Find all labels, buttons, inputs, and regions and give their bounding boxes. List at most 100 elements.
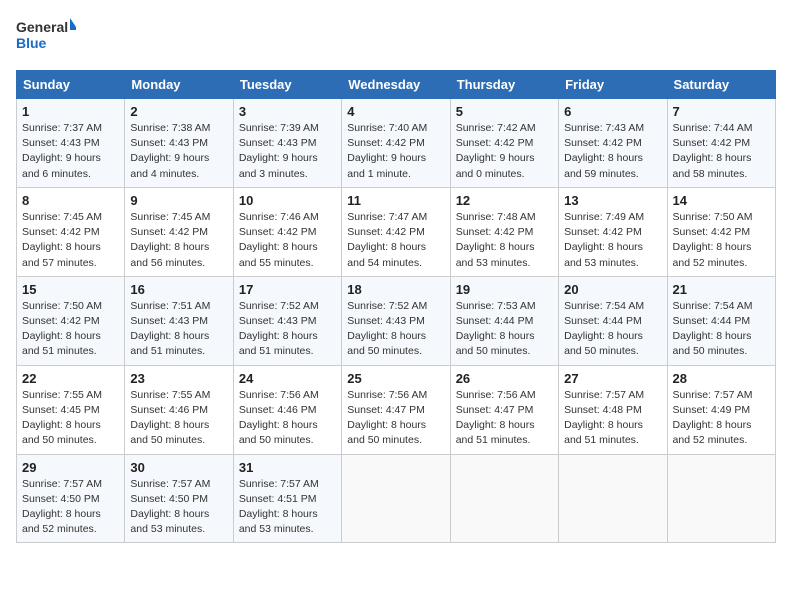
day-number: 30 bbox=[130, 460, 227, 475]
calendar-cell: 15Sunrise: 7:50 AM Sunset: 4:42 PM Dayli… bbox=[17, 276, 125, 365]
day-detail: Sunrise: 7:43 AM Sunset: 4:42 PM Dayligh… bbox=[564, 121, 661, 182]
day-number: 9 bbox=[130, 193, 227, 208]
calendar-cell: 28 Sunrise: 7:57 AM Sunset: 4:49 PM Dayli… bbox=[667, 365, 775, 454]
calendar-week-row: 1 Sunrise: 7:37 AM Sunset: 4:43 PM Daylig… bbox=[17, 99, 776, 188]
day-number: 11 bbox=[347, 193, 444, 208]
day-number: 4 bbox=[347, 104, 444, 119]
day-number: 18 bbox=[347, 282, 444, 297]
day-detail: Sunrise: 7:57 AM Sunset: 4:50 PM Dayligh… bbox=[130, 477, 227, 538]
calendar-cell: 31 Sunrise: 7:57 AM Sunset: 4:51 PM Dayli… bbox=[233, 454, 341, 543]
calendar-week-row: 8 Sunrise: 7:45 AM Sunset: 4:42 PM Daylig… bbox=[17, 187, 776, 276]
calendar-cell: 8 Sunrise: 7:45 AM Sunset: 4:42 PM Daylig… bbox=[17, 187, 125, 276]
calendar-cell: 3 Sunrise: 7:39 AM Sunset: 4:43 PM Daylig… bbox=[233, 99, 341, 188]
day-detail: Sunrise: 7:45 AM Sunset: 4:42 PM Dayligh… bbox=[130, 210, 227, 271]
calendar-cell: 14 Sunrise: 7:50 AM Sunset: 4:42 PM Dayli… bbox=[667, 187, 775, 276]
day-detail: Sunrise: 7:52 AM Sunset: 4:43 PM Dayligh… bbox=[347, 299, 444, 360]
day-number: 28 bbox=[673, 371, 770, 386]
day-detail: Sunrise: 7:38 AM Sunset: 4:43 PM Dayligh… bbox=[130, 121, 227, 182]
calendar-cell bbox=[559, 454, 667, 543]
calendar-cell: 24Sunrise: 7:56 AM Sunset: 4:46 PM Dayli… bbox=[233, 365, 341, 454]
day-detail: Sunrise: 7:54 AM Sunset: 4:44 PM Dayligh… bbox=[564, 299, 661, 360]
day-number: 31 bbox=[239, 460, 336, 475]
weekday-header-sunday: Sunday bbox=[17, 71, 125, 99]
weekday-header-thursday: Thursday bbox=[450, 71, 558, 99]
day-number: 5 bbox=[456, 104, 553, 119]
day-detail: Sunrise: 7:52 AM Sunset: 4:43 PM Dayligh… bbox=[239, 299, 336, 360]
day-number: 8 bbox=[22, 193, 119, 208]
weekday-header-monday: Monday bbox=[125, 71, 233, 99]
calendar-cell: 29 Sunrise: 7:57 AM Sunset: 4:50 PM Dayli… bbox=[17, 454, 125, 543]
header: General Blue bbox=[16, 16, 776, 58]
day-number: 25 bbox=[347, 371, 444, 386]
calendar-cell bbox=[342, 454, 450, 543]
day-number: 29 bbox=[22, 460, 119, 475]
day-number: 10 bbox=[239, 193, 336, 208]
weekday-header-tuesday: Tuesday bbox=[233, 71, 341, 99]
calendar-cell: 23Sunrise: 7:55 AM Sunset: 4:46 PM Dayli… bbox=[125, 365, 233, 454]
svg-text:General: General bbox=[16, 19, 68, 35]
calendar-cell: 1 Sunrise: 7:37 AM Sunset: 4:43 PM Daylig… bbox=[17, 99, 125, 188]
calendar-cell: 20Sunrise: 7:54 AM Sunset: 4:44 PM Dayli… bbox=[559, 276, 667, 365]
calendar-cell: 19 Sunrise: 7:53 AM Sunset: 4:44 PM Dayli… bbox=[450, 276, 558, 365]
calendar-cell: 11 Sunrise: 7:47 AM Sunset: 4:42 PM Dayli… bbox=[342, 187, 450, 276]
calendar-table: SundayMondayTuesdayWednesdayThursdayFrid… bbox=[16, 70, 776, 543]
day-detail: Sunrise: 7:46 AM Sunset: 4:42 PM Dayligh… bbox=[239, 210, 336, 271]
day-number: 3 bbox=[239, 104, 336, 119]
calendar-cell bbox=[450, 454, 558, 543]
day-detail: Sunrise: 7:50 AM Sunset: 4:42 PM Dayligh… bbox=[22, 299, 119, 360]
day-detail: Sunrise: 7:57 AM Sunset: 4:48 PM Dayligh… bbox=[564, 388, 661, 449]
day-number: 2 bbox=[130, 104, 227, 119]
calendar-cell: 16 Sunrise: 7:51 AM Sunset: 4:43 PM Dayli… bbox=[125, 276, 233, 365]
calendar-cell: 18 Sunrise: 7:52 AM Sunset: 4:43 PM Dayli… bbox=[342, 276, 450, 365]
weekday-header-saturday: Saturday bbox=[667, 71, 775, 99]
day-detail: Sunrise: 7:50 AM Sunset: 4:42 PM Dayligh… bbox=[673, 210, 770, 271]
day-detail: Sunrise: 7:39 AM Sunset: 4:43 PM Dayligh… bbox=[239, 121, 336, 182]
day-number: 22 bbox=[22, 371, 119, 386]
day-detail: Sunrise: 7:54 AM Sunset: 4:44 PM Dayligh… bbox=[673, 299, 770, 360]
calendar-cell: 9 Sunrise: 7:45 AM Sunset: 4:42 PM Daylig… bbox=[125, 187, 233, 276]
day-detail: Sunrise: 7:56 AM Sunset: 4:47 PM Dayligh… bbox=[347, 388, 444, 449]
weekday-header-row: SundayMondayTuesdayWednesdayThursdayFrid… bbox=[17, 71, 776, 99]
calendar-cell: 27Sunrise: 7:57 AM Sunset: 4:48 PM Dayli… bbox=[559, 365, 667, 454]
day-detail: Sunrise: 7:55 AM Sunset: 4:45 PM Dayligh… bbox=[22, 388, 119, 449]
day-detail: Sunrise: 7:48 AM Sunset: 4:42 PM Dayligh… bbox=[456, 210, 553, 271]
day-detail: Sunrise: 7:45 AM Sunset: 4:42 PM Dayligh… bbox=[22, 210, 119, 271]
day-detail: Sunrise: 7:37 AM Sunset: 4:43 PM Dayligh… bbox=[22, 121, 119, 182]
calendar-cell: 4 Sunrise: 7:40 AM Sunset: 4:42 PM Daylig… bbox=[342, 99, 450, 188]
day-number: 19 bbox=[456, 282, 553, 297]
calendar-cell bbox=[667, 454, 775, 543]
weekday-header-friday: Friday bbox=[559, 71, 667, 99]
day-number: 17 bbox=[239, 282, 336, 297]
calendar-week-row: 15Sunrise: 7:50 AM Sunset: 4:42 PM Dayli… bbox=[17, 276, 776, 365]
calendar-cell: 13Sunrise: 7:49 AM Sunset: 4:42 PM Dayli… bbox=[559, 187, 667, 276]
svg-text:Blue: Blue bbox=[16, 35, 47, 51]
day-number: 1 bbox=[22, 104, 119, 119]
day-number: 6 bbox=[564, 104, 661, 119]
calendar-cell: 6 Sunrise: 7:43 AM Sunset: 4:42 PM Daylig… bbox=[559, 99, 667, 188]
day-number: 12 bbox=[456, 193, 553, 208]
logo: General Blue bbox=[16, 16, 76, 58]
day-number: 13 bbox=[564, 193, 661, 208]
day-detail: Sunrise: 7:44 AM Sunset: 4:42 PM Dayligh… bbox=[673, 121, 770, 182]
day-detail: Sunrise: 7:42 AM Sunset: 4:42 PM Dayligh… bbox=[456, 121, 553, 182]
day-detail: Sunrise: 7:57 AM Sunset: 4:50 PM Dayligh… bbox=[22, 477, 119, 538]
day-detail: Sunrise: 7:56 AM Sunset: 4:47 PM Dayligh… bbox=[456, 388, 553, 449]
day-number: 16 bbox=[130, 282, 227, 297]
day-number: 7 bbox=[673, 104, 770, 119]
day-detail: Sunrise: 7:40 AM Sunset: 4:42 PM Dayligh… bbox=[347, 121, 444, 182]
calendar-cell: 7 Sunrise: 7:44 AM Sunset: 4:42 PM Daylig… bbox=[667, 99, 775, 188]
calendar-cell: 25 Sunrise: 7:56 AM Sunset: 4:47 PM Dayli… bbox=[342, 365, 450, 454]
day-detail: Sunrise: 7:51 AM Sunset: 4:43 PM Dayligh… bbox=[130, 299, 227, 360]
calendar-cell: 12 Sunrise: 7:48 AM Sunset: 4:42 PM Dayli… bbox=[450, 187, 558, 276]
day-number: 26 bbox=[456, 371, 553, 386]
day-number: 14 bbox=[673, 193, 770, 208]
day-detail: Sunrise: 7:57 AM Sunset: 4:49 PM Dayligh… bbox=[673, 388, 770, 449]
weekday-header-wednesday: Wednesday bbox=[342, 71, 450, 99]
day-detail: Sunrise: 7:57 AM Sunset: 4:51 PM Dayligh… bbox=[239, 477, 336, 538]
calendar-cell: 22 Sunrise: 7:55 AM Sunset: 4:45 PM Dayli… bbox=[17, 365, 125, 454]
day-detail: Sunrise: 7:53 AM Sunset: 4:44 PM Dayligh… bbox=[456, 299, 553, 360]
calendar-week-row: 22 Sunrise: 7:55 AM Sunset: 4:45 PM Dayli… bbox=[17, 365, 776, 454]
day-number: 23 bbox=[130, 371, 227, 386]
day-number: 24 bbox=[239, 371, 336, 386]
day-detail: Sunrise: 7:47 AM Sunset: 4:42 PM Dayligh… bbox=[347, 210, 444, 271]
